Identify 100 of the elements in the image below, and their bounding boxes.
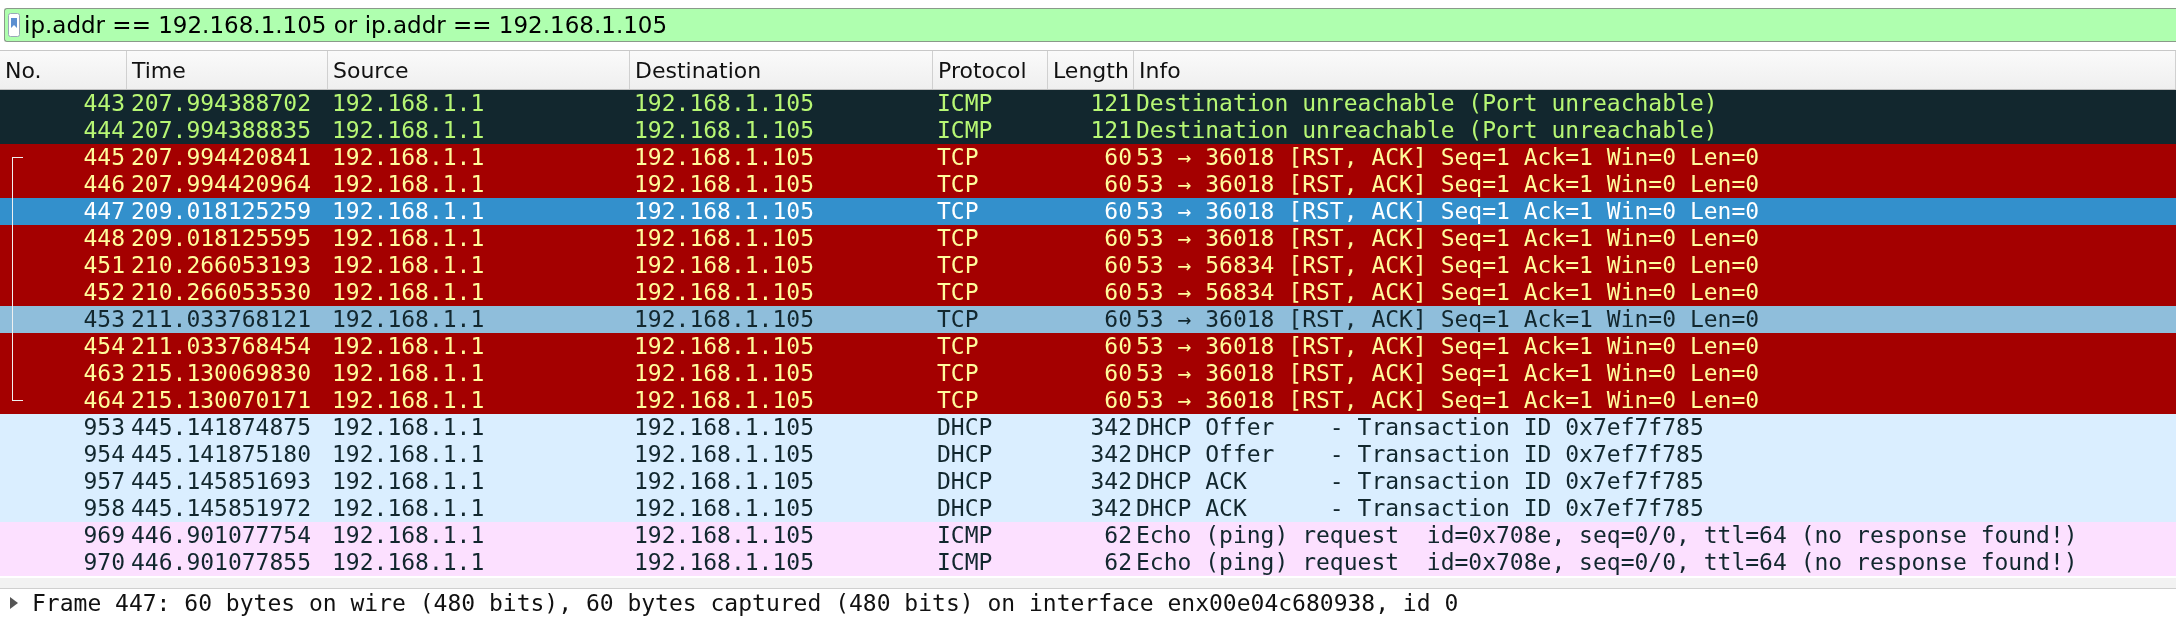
- packet-number: 444: [83, 117, 125, 143]
- packet-row[interactable]: 463 215.130069830 192.168.1.1 192.168.1.105 TCP 60 53 → 36018 [RST, ACK] Seq=1 Ack=1 Win=0 Len=0: [0, 360, 2176, 387]
- table-cell-text: 342: [1089, 441, 1133, 468]
- packet-number: 451: [83, 252, 125, 278]
- table-cell-text: 60: [1103, 198, 1133, 225]
- packet-row[interactable]: 970 446.901077855 192.168.1.1 192.168.1.105 ICMP 62 Echo (ping) request id=0x708e, seq=0/0, ttl=64 (no response found!): [0, 549, 2176, 576]
- packet-row[interactable]: 452 210.266053530 192.168.1.1 192.168.1.105 TCP 60 53 → 56834 [RST, ACK] Seq=1 Ack=1 Win=0 Len=0: [0, 279, 2176, 306]
- packet-row[interactable]: 446 207.994420964 192.168.1.1 192.168.1.105 TCP 60 53 → 36018 [RST, ACK] Seq=1 Ack=1 Win=0 Len=0: [0, 171, 2176, 198]
- table-cell-text: 192.168.1.105: [633, 495, 815, 522]
- filter-expression: ip.addr == 192.168.1.105 or ip.addr == 192.168.1.105: [24, 12, 668, 38]
- table-cell-text: 192.168.1.105: [633, 441, 815, 468]
- table-cell-text: 210.266053530: [130, 279, 312, 306]
- table-cell-text: 445.141875180: [130, 441, 312, 468]
- table-cell-text: 445.145851693: [130, 468, 312, 495]
- table-cell-text: 192.168.1.105: [633, 414, 815, 441]
- display-filter-field[interactable]: ip.addr == 192.168.1.105 or ip.addr == 192.168.1.105: [4, 8, 2176, 42]
- packet-number: 969: [83, 522, 125, 548]
- column-header[interactable]: Protocol: [933, 51, 1048, 89]
- table-cell-text: 192.168.1.1: [331, 90, 486, 117]
- table-cell-text: 53 → 56834 [RST, ACK] Seq=1 Ack=1 Win=0 Len=0: [1135, 252, 1761, 279]
- packet-number: 464: [83, 387, 125, 413]
- table-cell-text: 445.141874875: [130, 414, 312, 441]
- table-cell-text: 209.018125595: [130, 225, 312, 252]
- column-header[interactable]: Length: [1048, 51, 1134, 89]
- packet-row[interactable]: 444 207.994388835 192.168.1.1 192.168.1.105 ICMP 121 Destination unreachable (Port unreachable): [0, 117, 2176, 144]
- table-cell-text: 60: [1103, 333, 1133, 360]
- table-cell-text: 192.168.1.1: [331, 495, 486, 522]
- table-cell-text: TCP: [936, 279, 980, 306]
- table-cell-text: Destination unreachable (Port unreachable): [1135, 117, 1719, 144]
- table-cell-text: DHCP: [936, 441, 994, 468]
- packet-number: 454: [83, 333, 125, 359]
- expand-arrow-icon[interactable]: [8, 596, 20, 610]
- table-cell-text: TCP: [936, 144, 980, 171]
- table-cell-text: TCP: [936, 387, 980, 414]
- table-cell-text: DHCP ACK - Transaction ID 0x7ef7f785: [1135, 495, 1705, 522]
- bookmark-icon[interactable]: [8, 13, 20, 37]
- packet-number: 957: [83, 468, 125, 494]
- table-cell-text: 192.168.1.1: [331, 441, 486, 468]
- packet-number: 463: [83, 360, 125, 386]
- table-cell-text: 192.168.1.1: [331, 117, 486, 144]
- packet-row[interactable]: 447 209.018125259 192.168.1.1 192.168.1.105 TCP 60 53 → 36018 [RST, ACK] Seq=1 Ack=1 Win=0 Len=0: [0, 198, 2176, 225]
- packet-number: 443: [83, 90, 125, 116]
- packet-number: 446: [83, 171, 125, 197]
- packet-row[interactable]: 443 207.994388702 192.168.1.1 192.168.1.105 ICMP 121 Destination unreachable (Port unreachable): [0, 90, 2176, 117]
- packet-row[interactable]: 969 446.901077754 192.168.1.1 192.168.1.105 ICMP 62 Echo (ping) request id=0x708e, seq=0/0, ttl=64 (no response found!): [0, 522, 2176, 549]
- table-cell-text: 192.168.1.105: [633, 225, 815, 252]
- table-cell-text: DHCP: [936, 414, 994, 441]
- table-cell-text: 62: [1103, 522, 1133, 549]
- table-cell-text: 192.168.1.105: [633, 90, 815, 117]
- table-cell-text: 342: [1089, 414, 1133, 441]
- packet-row[interactable]: 454 211.033768454 192.168.1.1 192.168.1.105 TCP 60 53 → 36018 [RST, ACK] Seq=1 Ack=1 Win=0 Len=0: [0, 333, 2176, 360]
- table-cell-text: 53 → 36018 [RST, ACK] Seq=1 Ack=1 Win=0 Len=0: [1135, 171, 1761, 198]
- table-cell-text: DHCP ACK - Transaction ID 0x7ef7f785: [1135, 468, 1705, 495]
- table-cell-text: 192.168.1.105: [633, 198, 815, 225]
- table-cell-text: 211.033768454: [130, 333, 312, 360]
- table-cell-text: TCP: [936, 171, 980, 198]
- table-cell-text: 62: [1103, 549, 1133, 576]
- packet-number: 958: [83, 495, 125, 521]
- table-cell-text: 192.168.1.1: [331, 306, 486, 333]
- column-header[interactable]: Info: [1134, 51, 2176, 89]
- table-cell-text: 207.994420964: [130, 171, 312, 198]
- packet-number: 445: [83, 144, 125, 170]
- packet-number: 452: [83, 279, 125, 305]
- table-cell-text: 60: [1103, 252, 1133, 279]
- packet-row[interactable]: 448 209.018125595 192.168.1.1 192.168.1.105 TCP 60 53 → 36018 [RST, ACK] Seq=1 Ack=1 Win=0 Len=0: [0, 225, 2176, 252]
- column-header[interactable]: Time: [127, 51, 328, 89]
- packet-row[interactable]: 451 210.266053193 192.168.1.1 192.168.1.105 TCP 60 53 → 56834 [RST, ACK] Seq=1 Ack=1 Win=0 Len=0: [0, 252, 2176, 279]
- packet-number: 447: [83, 198, 125, 224]
- table-cell-text: 192.168.1.105: [633, 144, 815, 171]
- table-cell-text: 207.994420841: [130, 144, 312, 171]
- table-cell-text: ICMP: [936, 90, 994, 117]
- packet-row[interactable]: 958 445.145851972 192.168.1.1 192.168.1.105 DHCP 342 DHCP ACK - Transaction ID 0x7ef7f785: [0, 495, 2176, 522]
- packet-row[interactable]: 445 207.994420841 192.168.1.1 192.168.1.105 TCP 60 53 → 36018 [RST, ACK] Seq=1 Ack=1 Win=0 Len=0: [0, 144, 2176, 171]
- column-header[interactable]: Source: [328, 51, 630, 89]
- table-cell-text: TCP: [936, 252, 980, 279]
- table-cell-text: DHCP: [936, 468, 994, 495]
- table-cell-text: DHCP: [936, 495, 994, 522]
- table-cell-text: Destination unreachable (Port unreachable): [1135, 90, 1719, 117]
- table-cell-text: 53 → 36018 [RST, ACK] Seq=1 Ack=1 Win=0 Len=0: [1135, 333, 1761, 360]
- table-cell-text: 215.130070171: [130, 387, 312, 414]
- packet-row[interactable]: 464 215.130070171 192.168.1.1 192.168.1.105 TCP 60 53 → 36018 [RST, ACK] Seq=1 Ack=1 Win=0 Len=0: [0, 387, 2176, 414]
- table-cell-text: 121: [1089, 117, 1133, 144]
- table-cell-text: 60: [1103, 306, 1133, 333]
- table-cell-text: 192.168.1.105: [633, 360, 815, 387]
- table-cell-text: 60: [1103, 360, 1133, 387]
- table-cell-text: 53 → 36018 [RST, ACK] Seq=1 Ack=1 Win=0 Len=0: [1135, 387, 1761, 414]
- column-header[interactable]: No.: [0, 51, 127, 89]
- frame-summary[interactable]: Frame 447: 60 bytes on wire (480 bits), 60 bytes captured (480 bits) on interface enx00e04c680938, id 0: [32, 590, 1459, 616]
- table-cell-text: 192.168.1.1: [331, 387, 486, 414]
- table-cell-text: DHCP Offer - Transaction ID 0x7ef7f785: [1135, 414, 1705, 441]
- table-cell-text: 53 → 36018 [RST, ACK] Seq=1 Ack=1 Win=0 Len=0: [1135, 306, 1761, 333]
- table-cell-text: 192.168.1.105: [633, 279, 815, 306]
- packet-row[interactable]: 954 445.141875180 192.168.1.1 192.168.1.105 DHCP 342 DHCP Offer - Transaction ID 0x7ef7f785: [0, 441, 2176, 468]
- packet-row[interactable]: 957 445.145851693 192.168.1.1 192.168.1.105 DHCP 342 DHCP ACK - Transaction ID 0x7ef7f785: [0, 468, 2176, 495]
- column-header[interactable]: Destination: [630, 51, 933, 89]
- packet-row[interactable]: 453 211.033768121 192.168.1.1 192.168.1.105 TCP 60 53 → 36018 [RST, ACK] Seq=1 Ack=1 Win=0 Len=0: [0, 306, 2176, 333]
- packet-number: 953: [83, 414, 125, 440]
- packet-row[interactable]: 953 445.141874875 192.168.1.1 192.168.1.105 DHCP 342 DHCP Offer - Transaction ID 0x7ef7f785: [0, 414, 2176, 441]
- table-cell-text: 209.018125259: [130, 198, 312, 225]
- table-cell-text: 192.168.1.105: [633, 117, 815, 144]
